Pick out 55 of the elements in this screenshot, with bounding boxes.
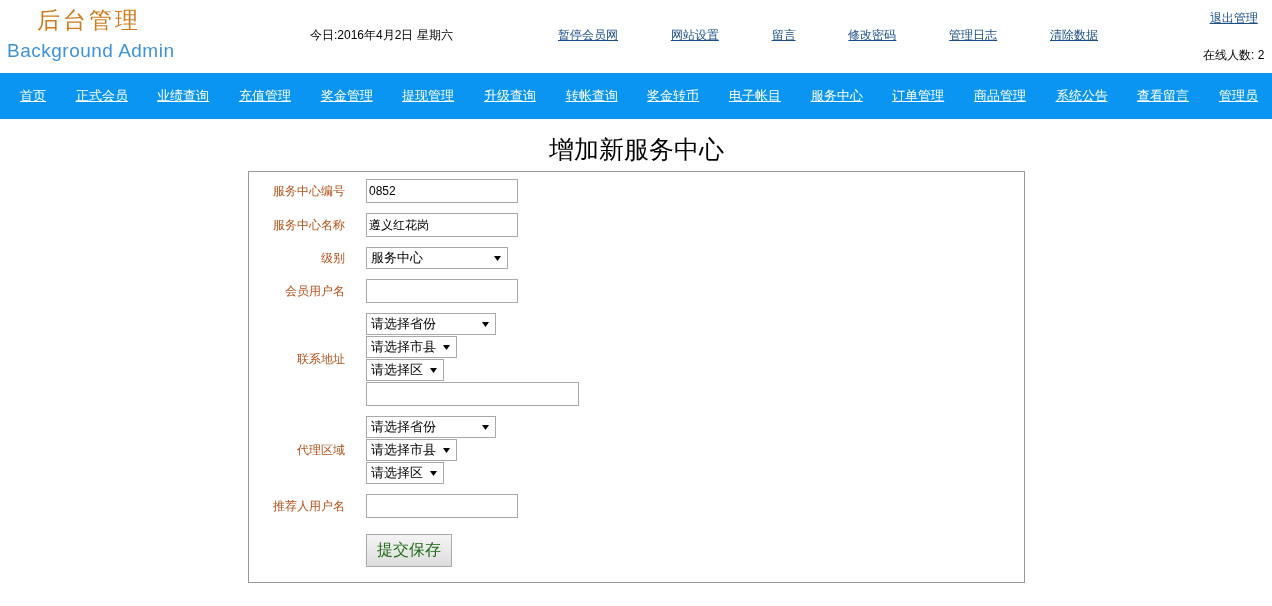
nav-link[interactable]: 服务中心 [810, 87, 863, 105]
field-label: 推荐人用户名 [272, 497, 346, 515]
caret-icon [430, 470, 437, 476]
submit-button[interactable]: 提交保存 [366, 534, 452, 567]
dropdown[interactable]: 请选择区 [366, 462, 444, 484]
online-count: 在线人数: 2 [1203, 47, 1265, 64]
nav-link[interactable]: 充值管理 [238, 87, 291, 105]
header-link[interactable]: 清除数据 [1050, 27, 1098, 44]
caret-icon [494, 255, 501, 261]
caret-icon [443, 447, 450, 453]
nav-link[interactable]: 管理员 [1218, 87, 1258, 105]
header-link[interactable]: 网站设置 [670, 27, 719, 44]
nav-link[interactable]: 业绩查询 [157, 87, 210, 105]
dropdown[interactable]: 请选择省份 [366, 313, 496, 335]
caret-icon [482, 321, 489, 327]
text-field[interactable]: 遵义红花岗 [366, 213, 518, 237]
dropdown[interactable]: 请选择市县 [366, 439, 457, 461]
text-field[interactable] [366, 279, 518, 303]
text-field[interactable] [366, 494, 518, 518]
nav-link[interactable]: 升级查询 [483, 87, 536, 105]
caret-icon [482, 424, 489, 430]
header-link[interactable]: 留言 [771, 27, 796, 44]
field-label: 联系地址 [296, 351, 346, 368]
nav-link[interactable]: 订单管理 [892, 87, 945, 105]
dropdown[interactable]: 请选择省份 [366, 416, 496, 438]
nav-link[interactable]: 系统公告 [1055, 87, 1108, 105]
nav-link[interactable]: 电子帐目 [728, 87, 781, 105]
nav-link[interactable]: 商品管理 [973, 87, 1026, 105]
logo-title: 后台管理 [37, 6, 142, 35]
nav-link[interactable]: 正式会员 [75, 87, 128, 105]
dropdown[interactable]: 请选择市县 [366, 336, 457, 358]
nav-link[interactable]: 奖金转币 [647, 87, 700, 105]
field-label: 级别 [320, 249, 346, 267]
dropdown[interactable]: 服务中心 [366, 247, 508, 269]
nav-link[interactable]: 提现管理 [402, 87, 455, 105]
field-label: 代理区域 [296, 441, 346, 459]
logo-subtitle: Background Admin [7, 40, 176, 62]
caret-icon [430, 367, 437, 373]
text-field[interactable] [366, 382, 579, 406]
logout-link[interactable]: 退出管理 [1209, 10, 1258, 27]
dropdown[interactable]: 请选择区 [366, 359, 444, 381]
nav-link[interactable]: 转帐查询 [565, 87, 618, 105]
page-title: 增加新服务中心 [547, 134, 725, 165]
field-label: 服务中心名称 [272, 216, 346, 234]
nav-link[interactable]: 查看留言 [1137, 87, 1190, 105]
text-field[interactable]: 0852 [366, 179, 518, 203]
header-link[interactable]: 暂停会员网 [558, 27, 618, 44]
header-link[interactable]: 修改密码 [848, 27, 897, 44]
header-link[interactable]: 管理日志 [949, 27, 998, 44]
field-label: 会员用户名 [284, 282, 346, 300]
nav-link[interactable]: 奖金管理 [320, 87, 373, 105]
date-text: 今日:2016年4月2日 星期六 [309, 27, 454, 44]
field-label: 服务中心编号 [272, 182, 346, 200]
nav-link[interactable]: 首页 [20, 87, 46, 105]
caret-icon [443, 344, 450, 350]
